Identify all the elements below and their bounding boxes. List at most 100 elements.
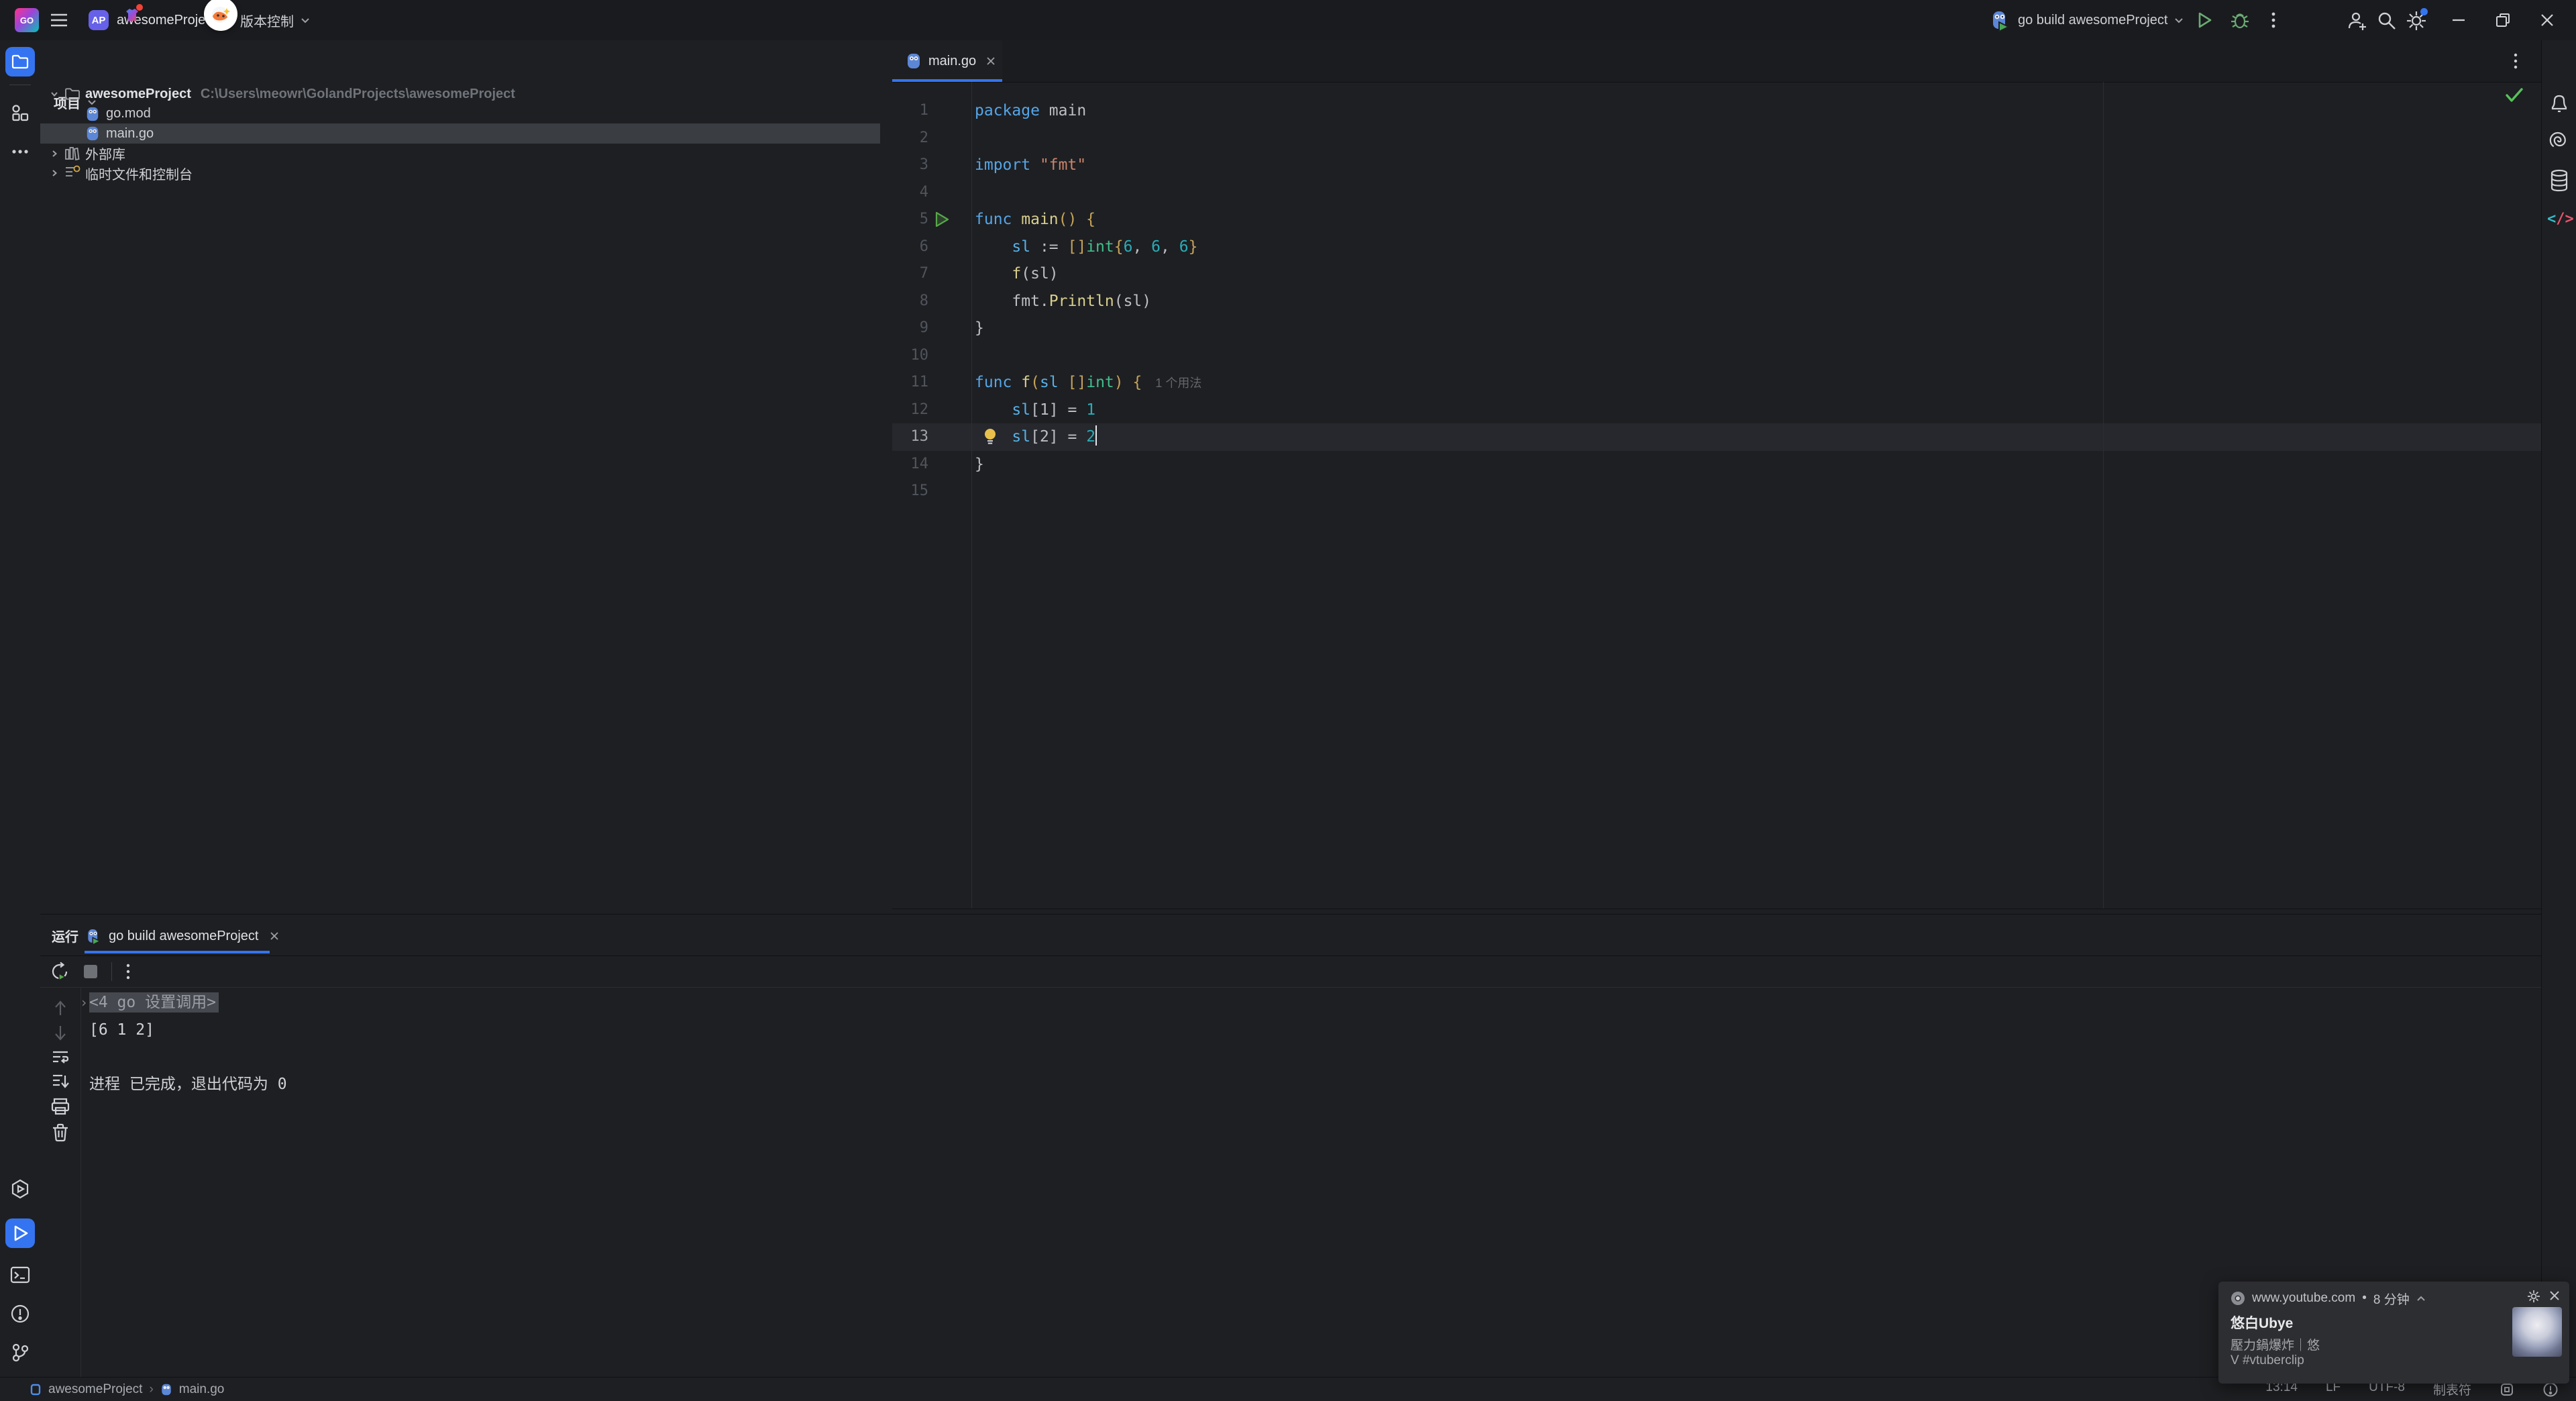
vcs-widget[interactable]: 版本控制 <box>240 0 310 40</box>
code-line-12[interactable]: sl[1] = 1 <box>975 397 1095 424</box>
debug-button[interactable] <box>2230 10 2250 30</box>
gutter-line-number[interactable]: 6 <box>892 234 928 261</box>
gutter-line-number[interactable]: 8 <box>892 288 928 315</box>
tool-commit-button[interactable] <box>5 98 35 127</box>
run-tab[interactable]: go build awesomeProject <box>85 919 280 953</box>
window-minimize-button[interactable] <box>2440 0 2477 40</box>
run-configuration-widget[interactable]: go build awesomeProject <box>1988 0 2184 40</box>
main-menu-hamburger-icon[interactable] <box>50 12 68 28</box>
code-with-me-button[interactable] <box>2347 10 2368 32</box>
prev-occurrence-icon[interactable] <box>51 999 70 1018</box>
more-actions-button[interactable] <box>2269 11 2278 30</box>
code-area[interactable]: 1 2 3 4 5 6 7 8 9 10 11 12 13 14 15 package main import… <box>892 82 2541 909</box>
project-avatar[interactable]: AP <box>89 10 109 30</box>
tree-item-外部库[interactable]: 外部库 <box>40 144 880 164</box>
library-icon <box>64 146 80 162</box>
gutter-line-number[interactable]: 2 <box>892 125 928 152</box>
console-line-cmd[interactable]: › <4 go 设置调用> <box>80 989 219 1017</box>
ime-skin-icon[interactable] <box>124 4 143 23</box>
tool-services-button[interactable] <box>5 1174 35 1204</box>
console-line-out[interactable]: [6 1 2] <box>89 1017 154 1044</box>
code-token: , <box>1161 238 1179 256</box>
chevron-right-icon[interactable] <box>50 168 59 178</box>
soft-wrap-icon[interactable] <box>51 1047 70 1066</box>
gutter-line-number[interactable]: 7 <box>892 260 928 288</box>
console-more-button[interactable] <box>124 962 132 981</box>
notifications-bell-icon[interactable] <box>2549 93 2569 114</box>
chevron-down-icon[interactable] <box>50 89 59 99</box>
tree-item-临时文件和控制台[interactable]: 临时文件和控制台 <box>40 163 880 183</box>
tree-item-go.mod[interactable]: go.mod <box>40 104 880 124</box>
status-file-name[interactable]: main.go <box>179 1382 225 1397</box>
folder-icon <box>64 86 80 102</box>
code-line-9[interactable]: } <box>975 315 984 342</box>
chevron-right-icon[interactable] <box>50 149 59 158</box>
status-nav-breadcrumb[interactable]: awesomeProject › main.go <box>30 1382 224 1397</box>
search-everywhere-button[interactable] <box>2376 10 2398 32</box>
gutter-line-number[interactable]: 15 <box>892 478 929 505</box>
run-main-gutter-icon[interactable] <box>934 211 950 228</box>
code-line-1[interactable]: package main <box>975 97 1086 125</box>
code-line-5[interactable]: func main() { <box>975 206 1095 234</box>
goland-logo-icon[interactable]: GO <box>15 8 39 32</box>
stop-button[interactable] <box>82 963 99 980</box>
readonly-toggle-icon[interactable] <box>2500 1382 2514 1397</box>
tab-close-icon[interactable] <box>269 931 280 941</box>
window-close-button[interactable] <box>2529 0 2565 40</box>
code-line-6[interactable]: sl := []int{6, 6, 6} <box>975 234 1197 261</box>
gutter-line-number[interactable]: 1 <box>892 97 928 125</box>
window-restore-button[interactable] <box>2485 0 2521 40</box>
gutter-line-number[interactable]: 12 <box>892 397 929 424</box>
event-log-status-icon[interactable] <box>2542 1382 2559 1398</box>
gutter-line-number[interactable]: 13 <box>892 423 929 451</box>
console-line-out[interactable]: 进程 已完成，退出代码为 0 <box>89 1071 287 1098</box>
clear-console-trash-icon[interactable] <box>51 1123 70 1142</box>
rerun-button[interactable] <box>50 962 70 982</box>
gutter-line-number[interactable]: 4 <box>892 179 928 207</box>
run-tool-window-title[interactable]: 运行 <box>52 924 78 947</box>
code-line-7[interactable]: f(sl) <box>975 260 1058 288</box>
tree-item-awesomeProject[interactable]: awesomeProject C:\Users\meowr\GolandProje… <box>40 84 880 104</box>
code-line-14[interactable]: } <box>975 451 984 478</box>
settings-notification-dot <box>2420 8 2428 15</box>
code-token: Println <box>1049 292 1114 310</box>
print-icon[interactable] <box>51 1097 70 1116</box>
collapse-chevron-icon[interactable] <box>2416 1296 2426 1302</box>
tool-run-button[interactable] <box>5 1218 35 1248</box>
gutter-line-number[interactable]: 5 <box>892 206 928 234</box>
code-line-3[interactable]: import "fmt" <box>975 152 1086 179</box>
browser-notification-popup[interactable]: www.youtube.com • 8 分钟 悠白Ubye 壓力鍋爆炸｜悠 V … <box>2218 1282 2569 1384</box>
endpoints-code-icon[interactable]: </> <box>2547 211 2574 227</box>
scroll-to-end-icon[interactable] <box>51 1072 70 1090</box>
gutter-line-number[interactable]: 14 <box>892 451 929 478</box>
expand-chevron-icon[interactable]: › <box>80 994 88 1010</box>
database-icon[interactable] <box>2549 169 2569 192</box>
tool-git-button[interactable] <box>5 1338 35 1367</box>
tool-project-button[interactable] <box>5 47 35 76</box>
code-line-8[interactable]: fmt.Println(sl) <box>975 288 1151 315</box>
notification-settings-gear-icon[interactable] <box>2527 1290 2540 1303</box>
tab-close-icon[interactable] <box>985 56 996 66</box>
right-tool-strip: </> <box>2541 40 2576 1377</box>
gutter-line-number[interactable]: 3 <box>892 152 928 179</box>
ai-assistant-icon[interactable] <box>2549 130 2569 150</box>
inspections-ok-checkmark-icon[interactable] <box>2505 87 2524 103</box>
run-button[interactable] <box>2195 11 2214 30</box>
status-project-name[interactable]: awesomeProject <box>48 1382 142 1397</box>
editor-more-icon[interactable] <box>2512 52 2520 70</box>
notification-close-icon[interactable] <box>2548 1290 2561 1302</box>
tree-item-main.go[interactable]: main.go <box>40 123 880 144</box>
tool-more-button[interactable] <box>5 137 35 166</box>
settings-button[interactable] <box>2406 8 2428 32</box>
gutter-line-number[interactable]: 9 <box>892 315 928 342</box>
tool-terminal-button[interactable] <box>5 1260 35 1290</box>
intention-bulb-icon[interactable] <box>982 427 998 446</box>
editor-tab-main-go[interactable]: main.go <box>892 40 1002 82</box>
tool-problems-button[interactable] <box>5 1299 35 1329</box>
editor-tab-label: main.go <box>928 53 977 68</box>
code-line-11[interactable]: func f(sl []int) {1 个用法 <box>975 369 1201 397</box>
gutter-line-number[interactable]: 11 <box>892 369 929 397</box>
next-occurrence-icon[interactable] <box>51 1023 70 1042</box>
gutter-line-number[interactable]: 10 <box>892 342 929 370</box>
